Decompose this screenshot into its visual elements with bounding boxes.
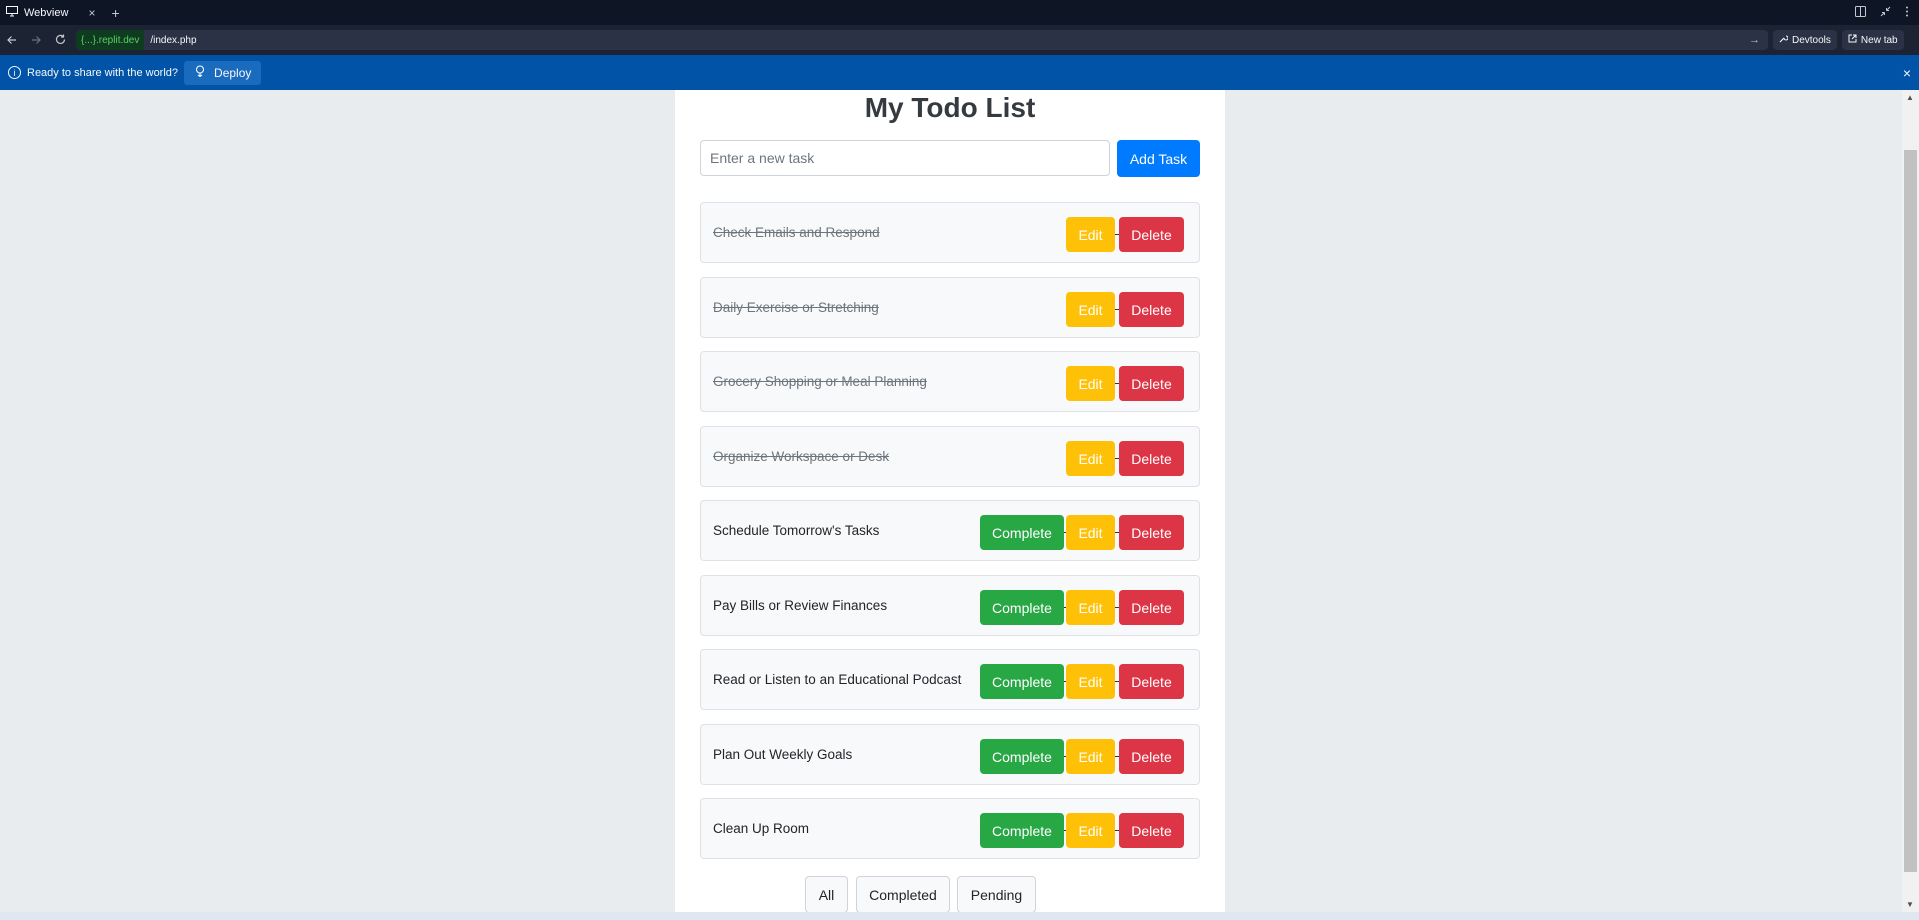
browser-tab-bar: Webview × + (0, 0, 1919, 25)
new-tab-label: New tab (1860, 34, 1898, 46)
task-item: Pay Bills or Review Finances Complete Edit… (700, 575, 1200, 636)
task-text: Pay Bills or Review Finances (713, 598, 888, 613)
open-url-arrow-icon[interactable]: → (1749, 34, 1768, 46)
split-view-icon[interactable] (1855, 5, 1866, 20)
edit-button[interactable]: Edit (1066, 739, 1115, 774)
scroll-down-icon[interactable]: ▼ (1906, 900, 1914, 909)
task-item: Plan Out Weekly Goals Complete Edit Delete (700, 724, 1200, 785)
page-title: My Todo List (864, 92, 1036, 123)
bottom-strip (0, 912, 1919, 920)
deploy-icon (194, 65, 206, 80)
edit-button[interactable]: Edit (1066, 664, 1115, 699)
complete-button[interactable]: Complete (980, 739, 1064, 774)
tab-close-icon[interactable]: × (88, 6, 95, 20)
complete-button[interactable]: Complete (980, 590, 1064, 625)
delete-button[interactable]: Delete (1119, 366, 1184, 401)
new-tab-plus-icon[interactable]: + (111, 5, 119, 21)
new-task-input[interactable] (700, 140, 1110, 176)
deploy-banner: i Ready to share with the world? Deploy … (0, 55, 1919, 90)
delete-button[interactable]: Delete (1119, 590, 1184, 625)
task-text: Clean Up Room (713, 821, 810, 836)
task-item: Read or Listen to an Educational Podcast… (700, 649, 1200, 710)
edit-button[interactable]: Edit (1066, 813, 1115, 848)
edit-button[interactable]: Edit (1066, 366, 1115, 401)
delete-button[interactable]: Delete (1119, 515, 1184, 550)
devtools-button[interactable]: Devtools (1773, 30, 1837, 50)
vertical-scrollbar[interactable]: ▲ ▼ (1902, 90, 1919, 912)
banner-close-icon[interactable]: × (1903, 65, 1911, 81)
more-options-icon[interactable] (1905, 5, 1909, 20)
filter-completed-button[interactable]: Completed (856, 876, 950, 912)
delete-button[interactable]: Delete (1119, 441, 1184, 476)
todo-card: My Todo List Add Task Check Emails and R… (675, 90, 1225, 912)
scrollbar-thumb[interactable] (1904, 150, 1917, 872)
edit-button[interactable]: Edit (1066, 590, 1115, 625)
edit-button[interactable]: Edit (1066, 515, 1115, 550)
deploy-label: Deploy (214, 65, 252, 80)
tab-webview[interactable]: Webview × (0, 0, 104, 25)
delete-button[interactable]: Delete (1119, 739, 1184, 774)
task-item: Schedule Tomorrow's Tasks Complete Edit Del… (700, 500, 1200, 561)
filter-group: All Completed Pending (675, 876, 1225, 912)
forward-arrow-icon[interactable] (24, 33, 48, 48)
task-text: Schedule Tomorrow's Tasks (713, 523, 880, 538)
devtools-label: Devtools (1792, 34, 1831, 46)
edit-button[interactable]: Edit (1066, 217, 1115, 252)
task-text: Organize Workspace or Desk (713, 449, 890, 464)
task-item: Organize Workspace or Desk Edit Delete (700, 426, 1200, 487)
edit-button[interactable]: Edit (1066, 441, 1115, 476)
task-text: Grocery Shopping or Meal Planning (713, 374, 927, 389)
url-field[interactable]: {...}.replit.dev /index.php → (76, 30, 1768, 50)
external-link-icon (1848, 34, 1857, 46)
task-item: Daily Exercise or Stretching Edit Delete (700, 277, 1200, 338)
task-text: Read or Listen to an Educational Podcast (713, 672, 962, 687)
task-text: Check Emails and Respond (713, 225, 880, 240)
url-path: /index.php (150, 34, 197, 46)
edit-button[interactable]: Edit (1066, 292, 1115, 327)
task-item: Clean Up Room Complete Edit Delete (700, 798, 1200, 859)
filter-all-button[interactable]: All (805, 876, 848, 912)
complete-button[interactable]: Complete (980, 813, 1064, 848)
delete-button[interactable]: Delete (1119, 813, 1184, 848)
task-item: Grocery Shopping or Meal Planning Edit Del… (700, 351, 1200, 412)
collapse-icon[interactable] (1880, 5, 1891, 20)
page-viewport: My Todo List Add Task Check Emails and R… (0, 90, 1902, 912)
delete-button[interactable]: Delete (1119, 217, 1184, 252)
url-domain: {...}.replit.dev (76, 30, 145, 50)
task-text: Plan Out Weekly Goals (713, 747, 853, 762)
reload-icon[interactable] (48, 33, 72, 48)
complete-button[interactable]: Complete (980, 515, 1064, 550)
back-arrow-icon[interactable] (0, 33, 24, 48)
complete-button[interactable]: Complete (980, 664, 1064, 699)
wrench-icon (1779, 34, 1789, 46)
monitor-icon (6, 5, 18, 20)
task-text: Daily Exercise or Stretching (713, 300, 879, 315)
add-task-button[interactable]: Add Task (1117, 140, 1200, 177)
banner-message: Ready to share with the world? (27, 66, 179, 79)
delete-button[interactable]: Delete (1119, 292, 1184, 327)
new-tab-button[interactable]: New tab (1841, 30, 1904, 50)
scroll-up-icon[interactable]: ▲ (1906, 93, 1914, 102)
task-item: Check Emails and Respond Edit Delete (700, 202, 1200, 263)
info-icon: i (8, 66, 21, 79)
delete-button[interactable]: Delete (1119, 664, 1184, 699)
filter-pending-button[interactable]: Pending (957, 876, 1036, 912)
address-bar: {...}.replit.dev /index.php → Devtools N… (0, 25, 1919, 55)
deploy-button[interactable]: Deploy (184, 60, 262, 85)
tab-label: Webview (24, 6, 69, 19)
